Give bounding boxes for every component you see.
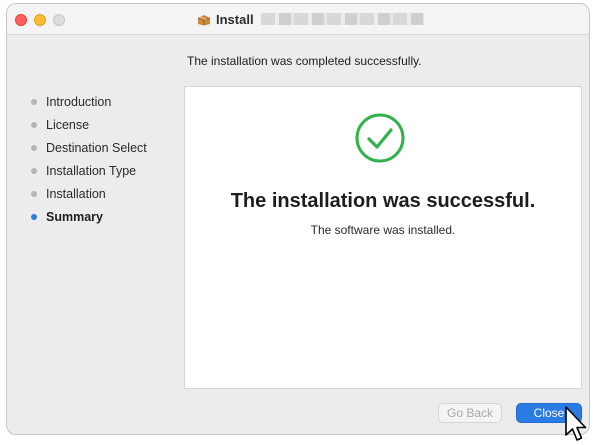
step-bullet-active (31, 214, 37, 220)
summary-panel: The installation was successful. The sof… (184, 86, 582, 389)
step-label: Introduction (46, 95, 112, 109)
package-icon (197, 13, 211, 26)
title-bar[interactable]: Install (7, 4, 589, 35)
close-window-button[interactable] (15, 14, 27, 26)
step-bullet (31, 145, 37, 151)
step-license: License (7, 117, 177, 140)
success-subtitle: The software was installed. (310, 223, 456, 237)
step-installation-type: Installation Type (7, 163, 177, 186)
installer-window: Install The installation was completed s… (6, 3, 590, 435)
step-bullet (31, 122, 37, 128)
minimize-window-button[interactable] (34, 14, 46, 26)
zoom-window-button (53, 14, 65, 26)
installer-steps: Introduction License Destination Select … (7, 94, 177, 232)
success-title: The installation was successful. (230, 190, 536, 212)
step-label: Summary (46, 210, 103, 224)
step-bullet (31, 99, 37, 105)
step-label: Installation (46, 187, 106, 201)
step-destination-select: Destination Select (7, 140, 177, 163)
step-installation: Installation (7, 186, 177, 209)
go-back-button[interactable]: Go Back (438, 403, 502, 423)
mouse-pointer-icon (565, 406, 587, 441)
window-title: Install (197, 11, 424, 27)
step-label: Installation Type (46, 164, 137, 178)
page-headline: The installation was completed successfu… (187, 54, 422, 68)
step-summary: Summary (7, 209, 177, 232)
step-label: License (46, 118, 90, 132)
step-bullet (31, 168, 37, 174)
window-title-text: Install (216, 11, 254, 27)
redacted-package-name (260, 13, 424, 25)
step-bullet (31, 191, 37, 197)
checkmark-circle-icon (355, 113, 405, 163)
step-introduction: Introduction (7, 94, 177, 117)
step-label: Destination Select (46, 141, 147, 155)
